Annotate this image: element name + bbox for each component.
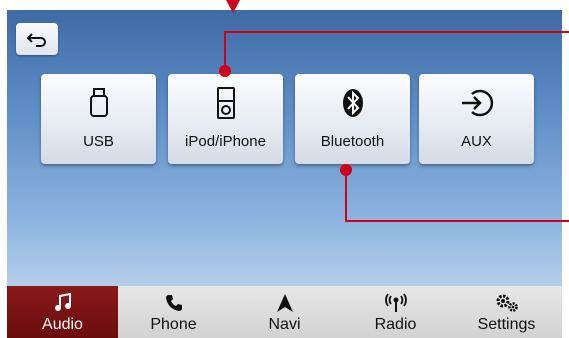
source-label: USB <box>83 133 114 150</box>
source-label: Bluetooth <box>320 133 385 150</box>
navigation-arrow-icon <box>229 292 340 314</box>
infotainment-screen: USB iPod/iPhone Bluetooth AUX Audio Phon… <box>7 10 562 338</box>
tab-audio[interactable]: Audio <box>7 286 118 338</box>
phone-icon <box>118 292 229 314</box>
source-tile-bluetooth[interactable]: Bluetooth <box>295 74 410 164</box>
tab-label: Settings <box>477 316 536 333</box>
aux-input-icon <box>419 86 534 120</box>
usb-icon <box>41 86 156 120</box>
radio-signal-icon <box>340 292 451 314</box>
back-arrow-icon <box>26 33 46 47</box>
bottom-tab-bar: Audio Phone Navi Radio Settings <box>7 286 562 338</box>
tab-label: Radio <box>374 316 417 333</box>
source-tile-usb[interactable]: USB <box>41 74 156 164</box>
gears-icon <box>451 292 562 314</box>
ipod-icon <box>168 86 283 120</box>
tab-phone[interactable]: Phone <box>118 286 229 338</box>
tab-settings[interactable]: Settings <box>451 286 562 338</box>
source-tile-aux[interactable]: AUX <box>419 74 534 164</box>
source-label: iPod/iPhone <box>185 133 266 150</box>
back-button[interactable] <box>16 23 58 55</box>
tab-label: Audio <box>42 316 83 333</box>
tab-label: Navi <box>268 316 301 333</box>
source-tile-ipod[interactable]: iPod/iPhone <box>168 74 283 164</box>
source-label: AUX <box>461 133 492 150</box>
music-note-icon <box>7 292 118 314</box>
tab-radio[interactable]: Radio <box>340 286 451 338</box>
bluetooth-icon <box>295 86 410 120</box>
tab-label: Phone <box>150 316 197 333</box>
tab-navi[interactable]: Navi <box>229 286 340 338</box>
